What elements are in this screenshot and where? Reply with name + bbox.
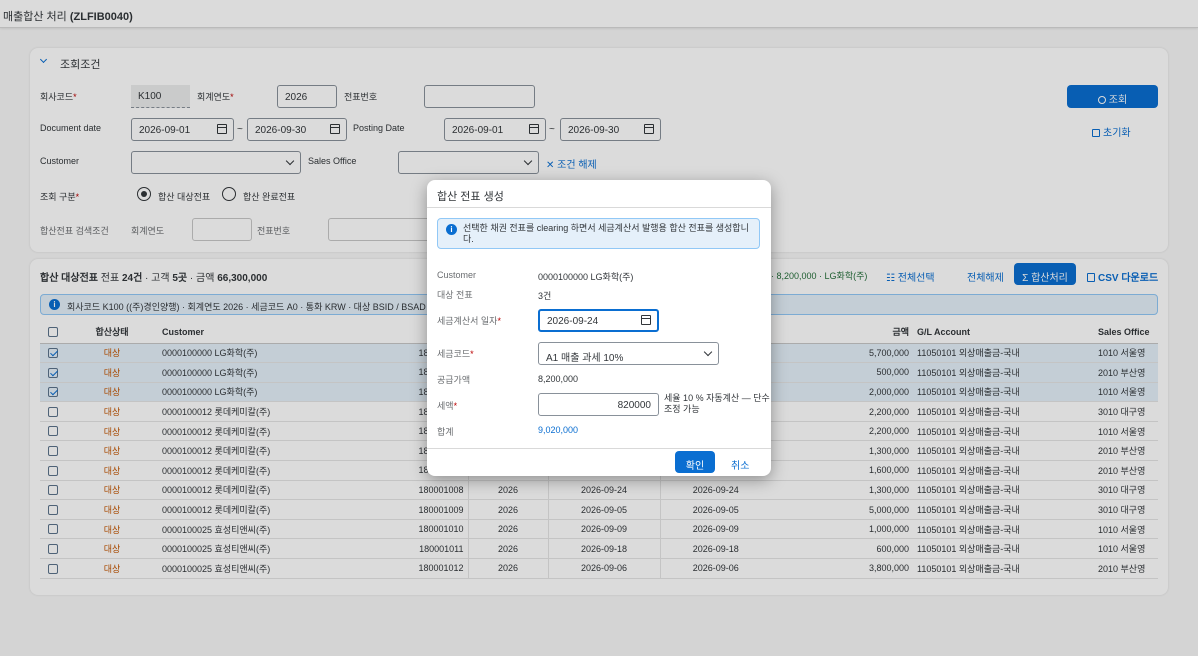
dialog-header: 합산 전표 생성	[427, 180, 771, 208]
dialog-title: 합산 전표 생성	[437, 191, 504, 203]
dlg-tax-amount-field[interactable]: 820000	[538, 393, 659, 416]
dlg-supply-label: 공급가액	[437, 375, 471, 385]
dialog-cancel-button[interactable]: 취소	[731, 457, 749, 472]
dlg-customer-value: 0000100000 LG화학(주)	[538, 272, 634, 282]
dlg-invoice-date-field[interactable]: 2026-09-24	[538, 309, 659, 332]
dialog-info-box: i 선택한 채권 전표를 clearing 하면서 세금계산서 발행용 합산 전…	[437, 218, 760, 249]
dlg-total-value: 9,020,000	[538, 425, 579, 435]
create-sum-dialog: 합산 전표 생성 i 선택한 채권 전표를 clearing 하면서 세금계산서…	[427, 180, 771, 476]
dlg-total-label: 합계	[437, 427, 454, 437]
dlg-tax-note: 세율 10 % 자동계산 — 단수 조정 가능	[664, 393, 770, 414]
dialog-ok-button[interactable]: 확인	[675, 451, 715, 473]
dlg-customer-label: Customer	[437, 270, 477, 280]
calendar-icon[interactable]	[641, 315, 651, 325]
dlg-tax-code-select[interactable]: A1 매출 과세 10%	[538, 342, 719, 365]
dlg-supply-value: 8,200,000	[538, 374, 579, 384]
dlg-docs-label: 대상 전표	[437, 290, 473, 300]
dlg-docs-value: 3건	[538, 291, 552, 301]
dialog-footer	[427, 448, 771, 476]
dlg-tax-code-label: 세금코드*	[437, 349, 474, 359]
chevron-down-icon[interactable]	[703, 347, 713, 357]
dlg-tax-label: 세액*	[437, 401, 458, 411]
dlg-invoice-date-label: 세금계산서 일자*	[437, 316, 501, 326]
dialog-info-text: 선택한 채권 전표를 clearing 하면서 세금계산서 발행용 합산 전표를…	[463, 223, 749, 244]
info-icon: i	[446, 224, 457, 235]
